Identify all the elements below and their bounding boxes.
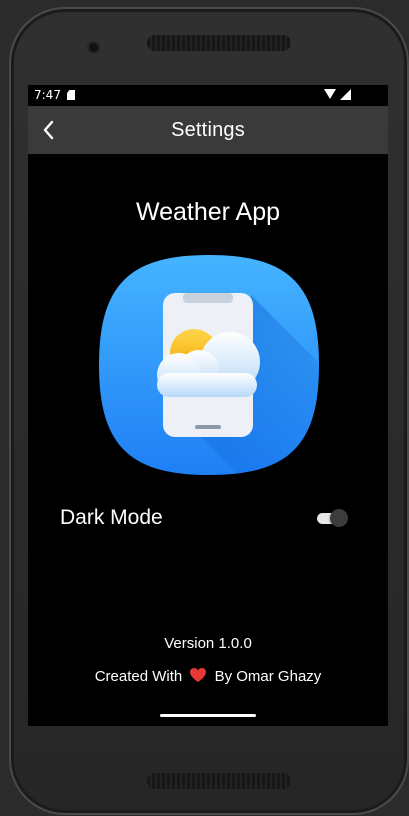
credits-text: Created With By Omar Ghazy <box>28 667 388 685</box>
toggle-thumb <box>330 509 348 527</box>
chevron-left-icon <box>43 120 54 140</box>
bottom-speaker <box>147 773 291 789</box>
version-text: Version 1.0.0 <box>164 635 252 652</box>
screen: 7:47 Settings Weather App Dark Mode Vers… <box>28 85 388 726</box>
cell-signal-icon <box>340 89 351 100</box>
status-bar: 7:47 <box>28 85 388 106</box>
dark-mode-label: Dark Mode <box>60 506 163 529</box>
dark-mode-row: Dark Mode <box>28 500 388 536</box>
weather-phone-icon <box>99 255 319 475</box>
app-name: Weather App <box>135 198 281 226</box>
heart-icon <box>190 668 207 682</box>
back-button[interactable] <box>36 116 64 144</box>
page-title: Settings <box>171 119 245 141</box>
credits-suffix: By Omar Ghazy <box>214 668 322 685</box>
status-time: 7:47 <box>34 88 61 102</box>
credits-prefix: Created With <box>94 668 183 685</box>
app-bar: Settings <box>28 106 388 154</box>
home-indicator[interactable] <box>160 714 256 717</box>
top-speaker <box>147 35 291 51</box>
sim-card-icon <box>67 90 75 100</box>
dark-mode-toggle[interactable] <box>315 509 349 527</box>
front-camera <box>89 43 98 52</box>
wifi-icon <box>324 89 336 99</box>
device-frame: 7:47 Settings Weather App Dark Mode Vers… <box>0 0 409 816</box>
